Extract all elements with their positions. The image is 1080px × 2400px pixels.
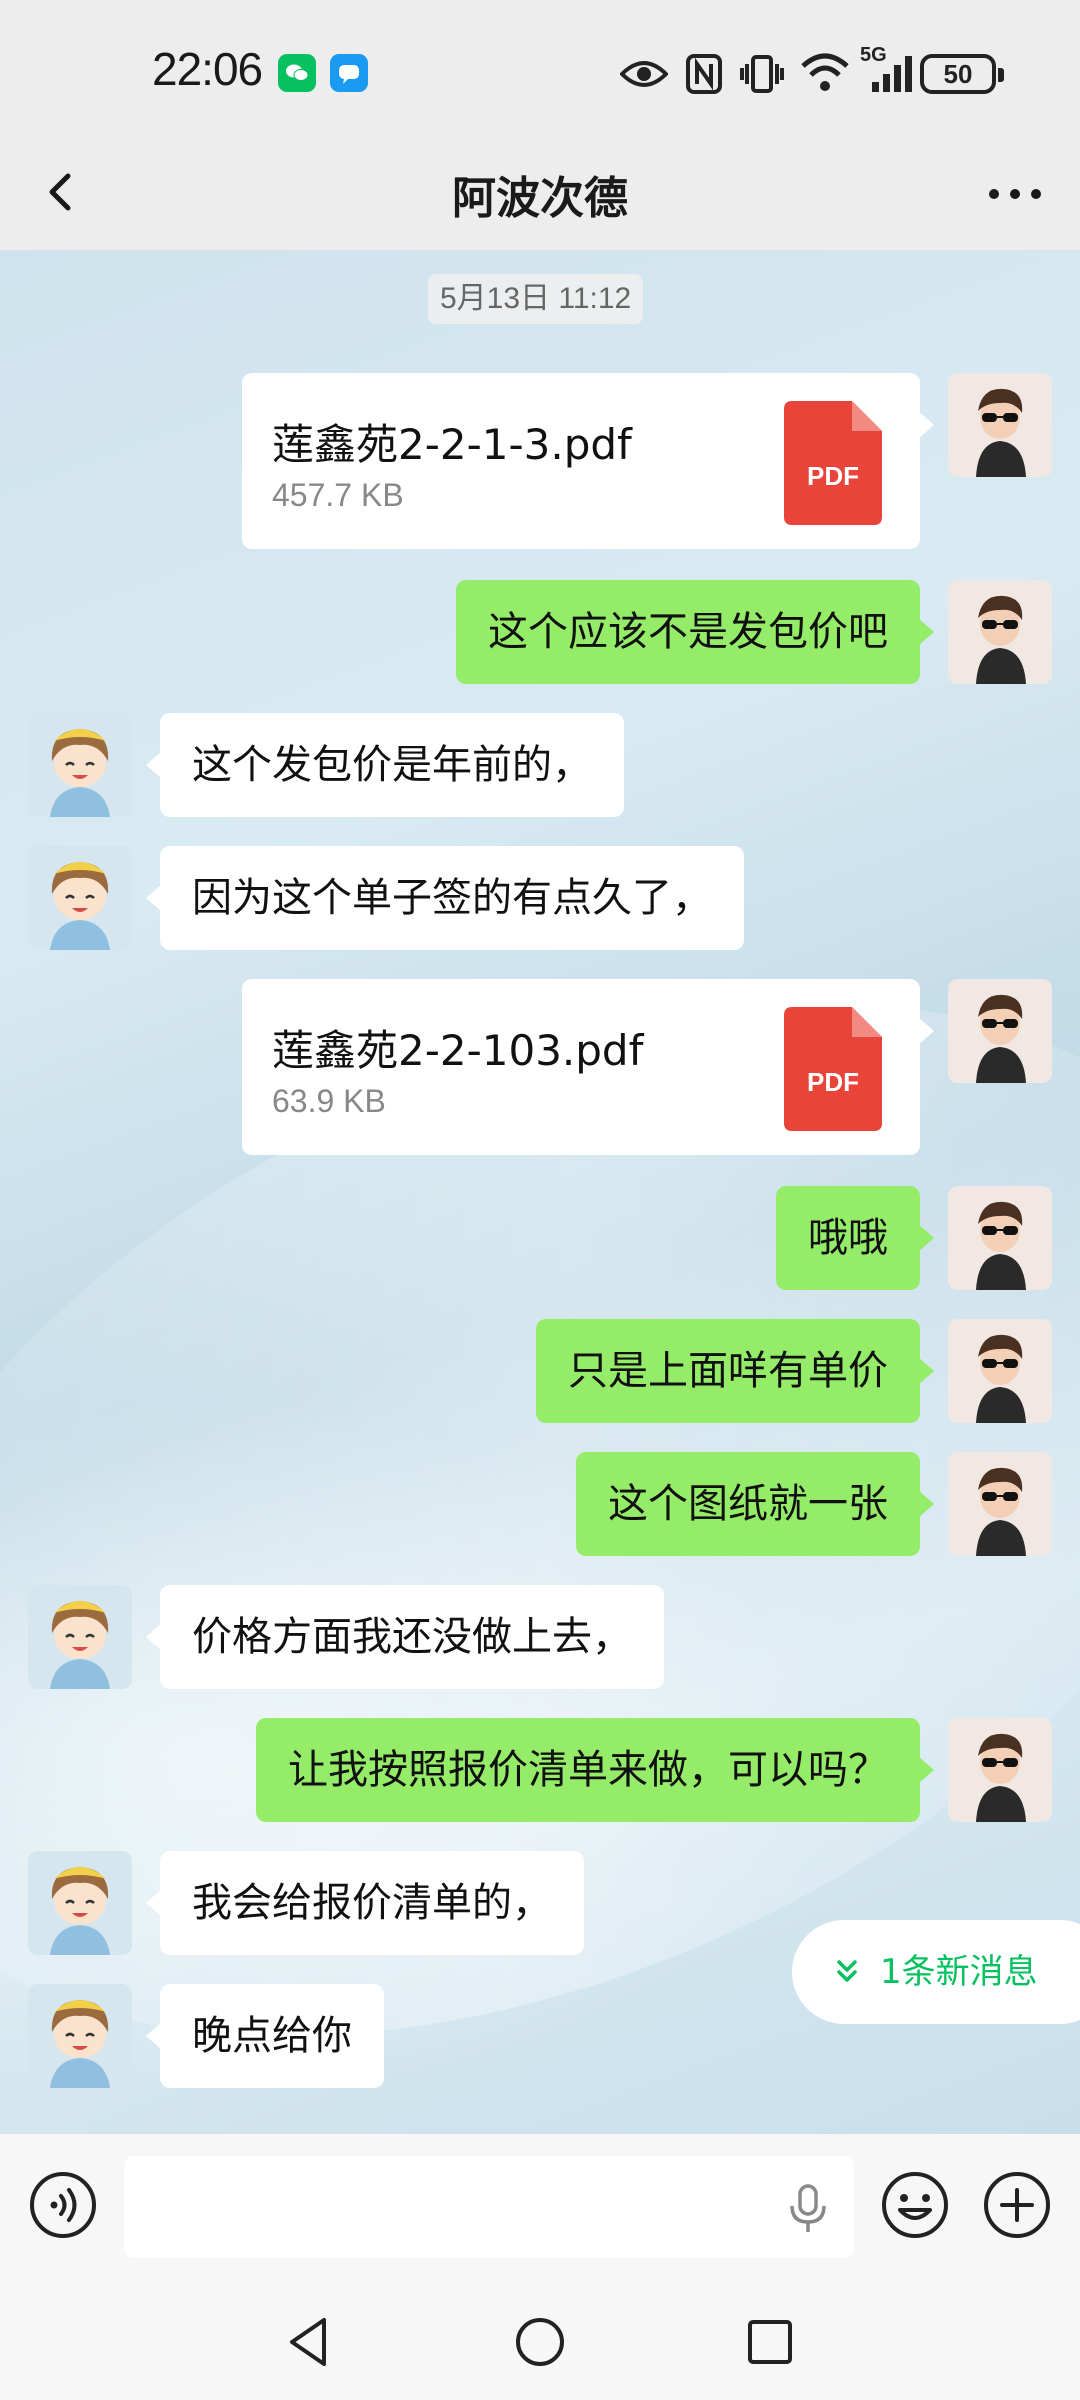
avatar-contact[interactable] [28, 846, 132, 950]
chat-title: 阿波次德 [452, 173, 628, 224]
avatar-girl-icon [28, 1585, 132, 1689]
status-time: 22:06 [152, 43, 263, 95]
vibrate-icon [740, 55, 784, 93]
message-timestamp: 5月13日 11:12 [428, 274, 644, 324]
avatar-contact[interactable] [28, 1851, 132, 1955]
message-bubble-contact[interactable]: 因为这个单子签的有点久了， [146, 846, 744, 950]
avatar-me[interactable] [948, 1319, 1052, 1423]
input-bar [0, 2134, 1080, 2274]
message-bubble-me[interactable]: 哦哦 [776, 1186, 934, 1290]
pdf-label: PDF [807, 1067, 859, 1097]
pdf-file-icon: PDF [784, 1007, 882, 1131]
chat-header: 阿波次德 [0, 148, 1080, 250]
double-chevron-down-icon [837, 1960, 857, 1982]
chat-area[interactable]: 5月13日 11:12 莲鑫苑2-2-1-3.pdf 457.7 KB PDF … [0, 250, 1080, 2134]
emoji-button[interactable] [880, 2170, 950, 2240]
avatar-girl-icon [28, 846, 132, 950]
avatar-me[interactable] [948, 580, 1052, 684]
more-dots-icon [989, 189, 1041, 199]
plus-icon [984, 2172, 1050, 2238]
avatar-me[interactable] [948, 1718, 1052, 1822]
file-size: 63.9 KB [272, 1083, 386, 1119]
pdf-label: PDF [807, 461, 859, 491]
status-bar: 22:06 5G 50 [0, 0, 1080, 148]
nav-back-button[interactable] [280, 2312, 340, 2372]
eye-icon [620, 61, 668, 87]
avatar-boy-icon [948, 373, 1052, 477]
more-functions-button[interactable] [982, 2170, 1052, 2240]
avatar-girl-icon [28, 713, 132, 817]
avatar-boy-icon [948, 1186, 1052, 1290]
avatar-boy-icon [948, 979, 1052, 1083]
avatar-boy-icon [948, 1718, 1052, 1822]
avatar-boy-icon [948, 580, 1052, 684]
avatar-contact[interactable] [28, 713, 132, 817]
message-bubble-contact[interactable]: 晚点给你 [146, 1984, 384, 2088]
message-bubble-me[interactable]: 只是上面咩有单价 [536, 1319, 934, 1423]
file-message[interactable]: 莲鑫苑2-2-1-3.pdf 457.7 KB PDF [242, 373, 934, 549]
avatar-me[interactable] [948, 1186, 1052, 1290]
message-bubble-contact[interactable]: 这个发包价是年前的， [146, 713, 624, 817]
battery-icon: 50 [920, 54, 1004, 94]
nav-home-button[interactable] [510, 2312, 570, 2372]
wechat-icon [278, 54, 316, 92]
message-input[interactable] [124, 2156, 854, 2258]
message-icon [330, 54, 368, 92]
signal-icon [872, 56, 912, 92]
nav-recent-button[interactable] [740, 2312, 800, 2372]
mic-button[interactable] [786, 2184, 830, 2234]
avatar-girl-icon [28, 1851, 132, 1955]
more-button[interactable] [980, 162, 1050, 222]
mic-icon [790, 2184, 826, 2232]
nav-home-icon [516, 2318, 564, 2366]
message-bubble-me[interactable]: 这个图纸就一张 [576, 1452, 934, 1556]
nav-back-icon [290, 2318, 326, 2366]
file-message[interactable]: 莲鑫苑2-2-103.pdf 63.9 KB PDF [242, 979, 934, 1155]
status-icons: 5G 50 [620, 44, 1080, 104]
message-bubble-contact[interactable]: 我会给报价清单的， [146, 1851, 584, 1955]
avatar-me[interactable] [948, 1452, 1052, 1556]
avatar-boy-icon [948, 1452, 1052, 1556]
file-name: 莲鑫苑2-2-103.pdf [272, 1026, 644, 1075]
new-message-button[interactable]: 1条新消息 [792, 1920, 1080, 2024]
nfc-icon [686, 54, 722, 94]
avatar-girl-icon [28, 1984, 132, 2088]
file-size: 457.7 KB [272, 477, 404, 513]
wifi-icon [801, 53, 849, 91]
avatar-me[interactable] [948, 979, 1052, 1083]
file-name: 莲鑫苑2-2-1-3.pdf [272, 420, 632, 469]
system-nav-bar [0, 2274, 1080, 2400]
voice-toggle-button[interactable] [28, 2170, 98, 2240]
message-bubble-me[interactable]: 让我按照报价清单来做，可以吗？ [256, 1718, 934, 1822]
pdf-file-icon: PDF [784, 401, 882, 525]
avatar-me[interactable] [948, 373, 1052, 477]
voice-icon [30, 2172, 96, 2238]
message-bubble-contact[interactable]: 价格方面我还没做上去， [146, 1585, 664, 1689]
avatar-contact[interactable] [28, 1984, 132, 2088]
message-bubble-me[interactable]: 这个应该不是发包价吧 [456, 580, 934, 684]
nav-recent-icon [748, 2320, 792, 2364]
avatar-contact[interactable] [28, 1585, 132, 1689]
new-message-label: 1条新消息 [880, 1952, 1038, 1992]
emoji-icon [882, 2172, 948, 2238]
avatar-boy-icon [948, 1319, 1052, 1423]
